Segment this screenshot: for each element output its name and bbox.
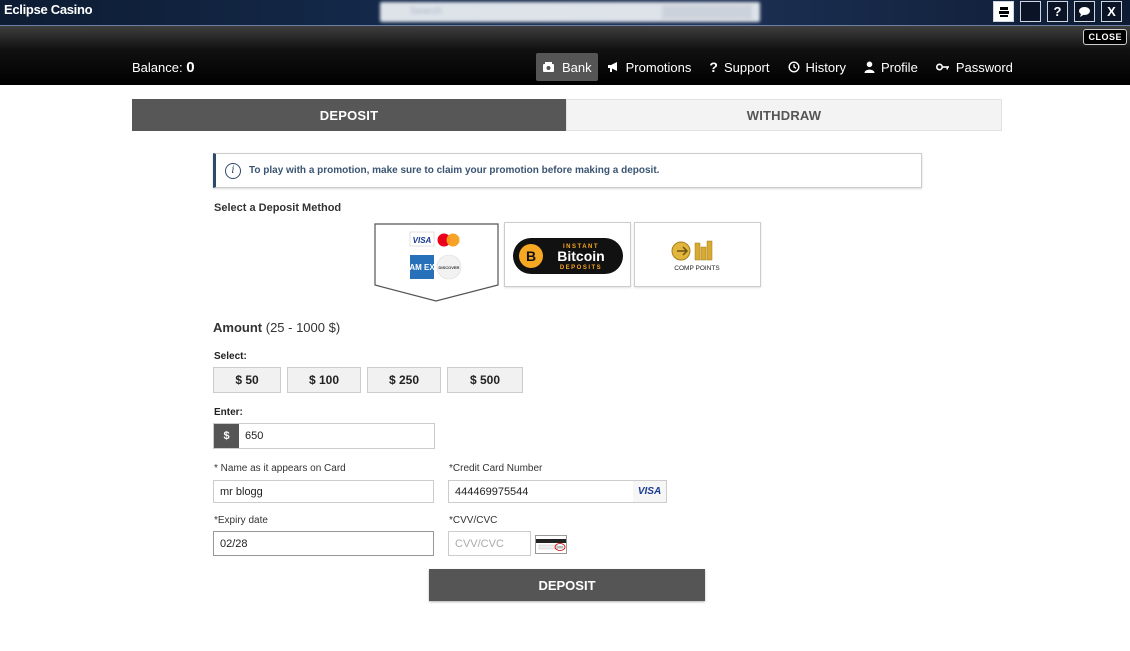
key-icon: [935, 63, 949, 71]
currency-symbol: $: [214, 424, 239, 448]
tab-deposit[interactable]: DEPOSIT: [132, 99, 566, 131]
name-label: * Name as it appears on Card: [214, 463, 346, 474]
deposit-methods: VISA AM EX DISCOVER B INSTANT Bitcoin DE…: [374, 222, 764, 304]
clock-icon: [787, 61, 800, 73]
search-bar[interactable]: Search: [380, 2, 760, 22]
card-number-label: *Credit Card Number: [449, 463, 543, 474]
balance: Balance: 0: [132, 59, 195, 76]
bitcoin-deposits-label: DEPOSITS: [560, 265, 602, 271]
amount-250-button[interactable]: $ 250: [367, 367, 441, 393]
visa-logo-text: VISA: [413, 236, 432, 245]
amount-100-button[interactable]: $ 100: [287, 367, 361, 393]
amount-value[interactable]: 650: [239, 424, 434, 448]
amount-500-button[interactable]: $ 500: [447, 367, 523, 393]
close-icon[interactable]: X: [1101, 1, 1122, 22]
cvv-label: *CVV/CVC: [449, 515, 498, 526]
nav-bank[interactable]: Bank: [536, 53, 598, 81]
enter-label: Enter:: [214, 407, 243, 418]
bitcoin-icon: B: [526, 248, 536, 264]
amount-range: (25 - 1000 $): [265, 320, 341, 335]
nav-history-label: History: [805, 59, 846, 75]
cvv-card-icon: 000: [535, 535, 567, 554]
mastercard-logo: [437, 233, 460, 247]
chat-icon[interactable]: [1074, 1, 1095, 22]
top-icons: ? X: [993, 1, 1122, 22]
info-icon: i: [225, 162, 241, 179]
nav-support[interactable]: ? Support: [700, 53, 778, 81]
nav-profile-label: Profile: [880, 59, 918, 75]
cashier-icon[interactable]: [993, 1, 1014, 22]
cvv-hint: 000: [557, 545, 564, 550]
comp-points-label: COMP POINTS: [674, 265, 720, 272]
visa-card-icon: VISA: [633, 480, 667, 503]
nav-support-label: Support: [723, 59, 770, 75]
deposit-withdraw-tabs: DEPOSIT WITHDRAW: [132, 99, 1002, 131]
nav-profile[interactable]: Profile: [855, 53, 927, 81]
balance-label: Balance:: [132, 60, 183, 75]
select-label: Select:: [214, 351, 247, 362]
nav-promotions-label: Promotions: [625, 59, 692, 75]
help-icon[interactable]: ?: [1047, 1, 1068, 22]
amount-50-button[interactable]: $ 50: [213, 367, 281, 393]
search-placeholder: Search: [410, 6, 442, 17]
notice-text: To play with a promotion, make sure to c…: [249, 165, 660, 176]
method-cards[interactable]: VISA AM EX DISCOVER: [374, 222, 500, 304]
deposit-method-title: Select a Deposit Method: [214, 202, 342, 214]
card-number-field[interactable]: 444469975544: [448, 480, 634, 503]
bitcoin-label: Bitcoin: [557, 248, 604, 264]
cvv-field[interactable]: CVV/CVC: [448, 531, 531, 556]
nav-bank-label: Bank: [562, 59, 592, 75]
blank-icon[interactable]: [1020, 1, 1041, 22]
question-icon: ?: [709, 59, 718, 75]
cashier-nav: Bank Promotions ? Support History Profil…: [536, 53, 1022, 81]
nav-password-label: Password: [955, 59, 1013, 75]
amount-input[interactable]: $ 650: [213, 423, 435, 449]
megaphone-icon: [607, 62, 617, 72]
close-button[interactable]: CLOSE: [1083, 29, 1127, 45]
amex-logo-text: AM EX: [409, 263, 435, 272]
balance-value: 0: [186, 59, 195, 76]
brand-title: Eclipse Casino: [4, 2, 93, 17]
promotion-notice: i To play with a promotion, make sure to…: [213, 153, 922, 188]
search-button[interactable]: [662, 5, 752, 19]
bank-icon: [543, 62, 554, 72]
method-comp-points[interactable]: COMP POINTS: [634, 222, 761, 287]
amount-heading: Amount (25 - 1000 $): [213, 320, 340, 335]
deposit-submit-button[interactable]: DEPOSIT: [429, 569, 705, 601]
top-bar: Eclipse Casino Search ? X: [0, 0, 1130, 26]
nav-history[interactable]: History: [779, 53, 855, 81]
discover-logo-text: DISCOVER: [439, 265, 460, 270]
nav-password[interactable]: Password: [927, 53, 1022, 81]
expiry-field[interactable]: 02/28: [213, 531, 434, 556]
amount-label: Amount: [213, 320, 263, 335]
expiry-label: *Expiry date: [214, 515, 268, 526]
method-bitcoin[interactable]: B INSTANT Bitcoin DEPOSITS: [504, 222, 631, 287]
nav-promotions[interactable]: Promotions: [598, 53, 701, 81]
name-field[interactable]: mr blogg: [213, 480, 434, 503]
quick-amounts: $ 50 $ 100 $ 250 $ 500: [213, 367, 523, 393]
user-icon: [864, 61, 875, 73]
cashier-header: CLOSE Balance: 0 Bank Promotions ? Suppo…: [0, 26, 1130, 85]
tab-withdraw[interactable]: WITHDRAW: [566, 99, 1002, 131]
